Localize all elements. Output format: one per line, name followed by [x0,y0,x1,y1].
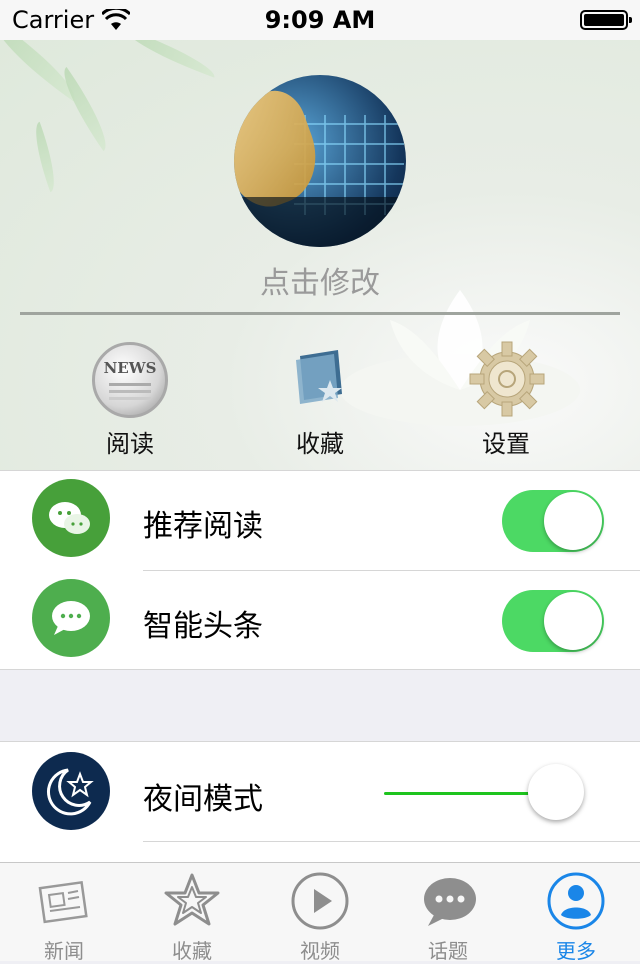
chat-icon [424,878,476,926]
night-mode-slider-track[interactable] [384,792,544,795]
setting-row-night-mode[interactable]: 夜间模式 [0,742,640,841]
background-leaf [120,40,220,78]
setting-label: 推荐阅读 [143,509,263,544]
edit-profile-label[interactable]: 点击修改 [0,258,640,302]
chat-bubble-icon [32,579,110,657]
profile-header: 点击修改 NEWS 阅读 收藏 设置 [0,40,640,470]
header-divider [20,312,620,315]
smart-headlines-toggle[interactable] [502,590,604,652]
settings-group-display: 夜间模式 [0,741,640,882]
status-bar: Carrier 9:09 AM [0,0,640,40]
quick-action-label: 阅读 [106,430,154,458]
news-icon: NEWS [92,342,168,418]
setting-label: 智能头条 [143,609,263,644]
recommended-toggle[interactable] [502,490,604,552]
quick-action-label: 设置 [482,430,530,458]
star-folder-icon [296,350,342,404]
tab-news[interactable]: 新闻 [0,863,128,963]
avatar-shadow [234,197,406,247]
quick-action-label: 收藏 [296,430,344,458]
play-icon [291,872,349,930]
night-mode-slider-thumb[interactable] [528,764,584,820]
clock: 9:09 AM [264,6,376,34]
newspaper-icon [38,880,88,924]
tab-favorites[interactable]: 收藏 [128,863,256,963]
settings-group-primary: 推荐阅读 智能头条 [0,470,640,670]
moon-star-icon [32,752,110,830]
setting-row-recommended[interactable]: 推荐阅读 [0,471,640,570]
setting-row-smart-headlines[interactable]: 智能头条 [0,571,640,670]
tab-bar: 新闻 收藏 视频 话题 更多 [0,862,640,963]
gear-icon [469,341,545,417]
star-icon [164,873,220,926]
row-divider [143,841,640,842]
avatar[interactable] [234,75,406,247]
tab-more[interactable]: 更多 [512,863,640,963]
tab-topics[interactable]: 话题 [384,863,512,963]
setting-label: 夜间模式 [143,782,263,817]
person-icon [547,872,605,930]
wechat-icon [32,479,110,557]
tab-video[interactable]: 视频 [256,863,384,963]
background-leaf [26,121,64,193]
battery-icon [580,10,632,30]
